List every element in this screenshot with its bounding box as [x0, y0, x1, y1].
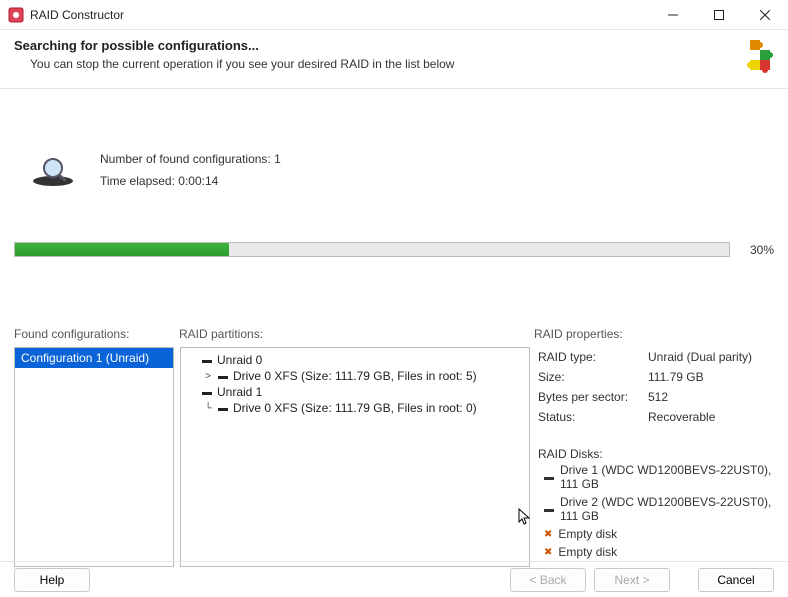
- progress-fill: [15, 243, 229, 256]
- magnifier-icon: [30, 156, 76, 186]
- wizard-footer: Help < Back Next > Cancel: [0, 561, 788, 597]
- close-button[interactable]: [742, 0, 788, 30]
- disk-icon: ▬: [202, 387, 212, 398]
- prop-status-value: Recoverable: [648, 410, 715, 424]
- page-title: Searching for possible configurations...: [14, 38, 724, 53]
- disk-row: ✖ Empty disk: [538, 525, 772, 543]
- tree-node[interactable]: > ▬ Drive 0 XFS (Size: 111.79 GB, Files in…: [203, 368, 523, 384]
- elapsed-value: 0:00:14: [178, 174, 218, 188]
- tree-node-label: Drive 0 XFS (Size: 111.79 GB, Files in r…: [233, 401, 477, 415]
- disk-icon: ▬: [202, 355, 212, 366]
- help-button[interactable]: Help: [14, 568, 90, 592]
- prop-bps-key: Bytes per sector:: [538, 390, 648, 404]
- found-configs-list[interactable]: Configuration 1 (Unraid): [14, 347, 174, 567]
- disk-icon: ▬: [544, 504, 554, 515]
- missing-disk-icon: ✖: [544, 529, 552, 540]
- tree-node[interactable]: └ ▬ Drive 0 XFS (Size: 111.79 GB, Files in…: [203, 400, 523, 416]
- window-title: RAID Constructor: [30, 8, 650, 22]
- title-bar: RAID Constructor: [0, 0, 788, 30]
- disk-row: ✖ Empty disk: [538, 543, 772, 561]
- search-status: Number of found configurations: 1 Time e…: [30, 149, 774, 192]
- found-configs-label: Found configurations:: [14, 327, 179, 341]
- elapsed-label: Time elapsed:: [100, 174, 175, 188]
- next-button[interactable]: Next >: [594, 568, 670, 592]
- back-button[interactable]: < Back: [510, 568, 586, 592]
- raid-properties-panel: RAID type:Unraid (Dual parity) Size:111.…: [536, 347, 774, 567]
- progress-percent: 30%: [740, 243, 774, 257]
- prop-size-value: 111.79 GB: [648, 370, 704, 384]
- minimize-button[interactable]: [650, 0, 696, 30]
- config-list-item[interactable]: Configuration 1 (Unraid): [15, 348, 173, 368]
- cancel-button[interactable]: Cancel: [698, 568, 774, 592]
- tree-node-label: Drive 0 XFS (Size: 111.79 GB, Files in r…: [233, 369, 477, 383]
- found-count-label: Number of found configurations:: [100, 152, 271, 166]
- tree-expander-icon[interactable]: └: [203, 403, 213, 414]
- prop-size-key: Size:: [538, 370, 648, 384]
- raid-disks-label: RAID Disks:: [538, 447, 772, 461]
- app-icon: [8, 7, 24, 23]
- prop-bps-value: 512: [648, 390, 668, 404]
- disk-icon: ▬: [218, 403, 228, 414]
- raid-partitions-label: RAID partitions:: [179, 327, 534, 341]
- disk-label: Empty disk: [558, 527, 617, 541]
- tree-node-label: Unraid 0: [217, 353, 262, 367]
- disk-label: Drive 1 (WDC WD1200BEVS-22UST0), 111 GB: [560, 463, 772, 491]
- found-count-value: 1: [274, 152, 281, 166]
- tree-expander-icon[interactable]: >: [203, 371, 213, 382]
- page-subtitle: You can stop the current operation if yo…: [30, 57, 724, 71]
- disk-icon: ▬: [544, 472, 554, 483]
- progress-bar: [14, 242, 730, 257]
- prop-type-key: RAID type:: [538, 350, 648, 364]
- tree-node[interactable]: ▬ Unraid 1: [187, 384, 523, 400]
- disk-label: Drive 2 (WDC WD1200BEVS-22UST0), 111 GB: [560, 495, 772, 523]
- disk-row: ▬ Drive 2 (WDC WD1200BEVS-22UST0), 111 GB: [538, 493, 772, 525]
- tree-node[interactable]: ▬ Unraid 0: [187, 352, 523, 368]
- puzzle-icon: [724, 38, 774, 78]
- prop-status-key: Status:: [538, 410, 648, 424]
- maximize-button[interactable]: [696, 0, 742, 30]
- disk-row: ▬ Drive 1 (WDC WD1200BEVS-22UST0), 111 GB: [538, 461, 772, 493]
- tree-node-label: Unraid 1: [217, 385, 262, 399]
- raid-properties-label: RAID properties:: [534, 327, 774, 341]
- disk-label: Empty disk: [558, 545, 617, 559]
- wizard-header: Searching for possible configurations...…: [0, 30, 788, 89]
- missing-disk-icon: ✖: [544, 547, 552, 558]
- raid-partitions-tree[interactable]: ▬ Unraid 0 > ▬ Drive 0 XFS (Size: 111.79 GB,…: [180, 347, 530, 567]
- prop-type-value: Unraid (Dual parity): [648, 350, 752, 364]
- disk-icon: ▬: [218, 371, 228, 382]
